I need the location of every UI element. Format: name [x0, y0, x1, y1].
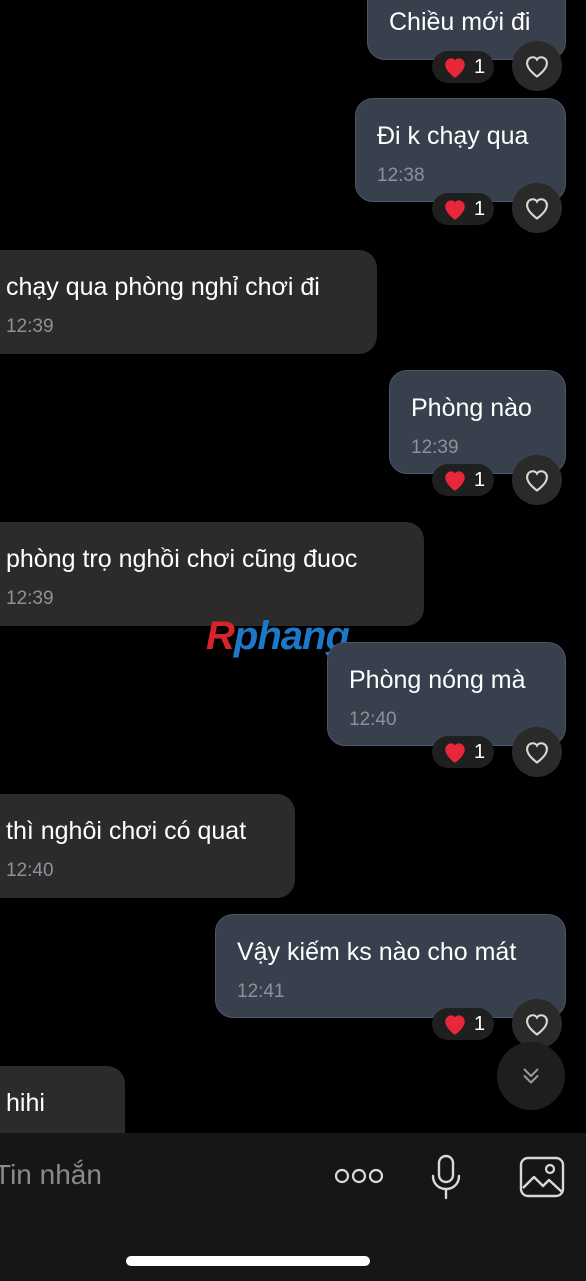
chat-thread: Chiều mới đi 1 Đi k chạy qua 12:38 1 chạ…	[0, 0, 586, 1133]
reaction-badge[interactable]: 1	[432, 51, 494, 83]
message-text: Phòng nóng mà	[349, 666, 526, 694]
message-time: 12:39	[6, 316, 54, 337]
heart-icon	[445, 743, 465, 763]
more-options-button[interactable]	[332, 1159, 386, 1193]
heart-icon	[445, 471, 465, 491]
heart-outline-icon	[526, 1014, 548, 1036]
heart-icon	[445, 1015, 465, 1035]
scroll-to-bottom-button[interactable]	[497, 1042, 565, 1110]
incoming-message[interactable]: chạy qua phòng nghỉ chơi đi 12:39	[0, 250, 377, 354]
heart-icon	[445, 200, 465, 220]
message-text: phòng trọ nghồi chơi cũng đuoc	[6, 545, 358, 573]
like-button[interactable]	[512, 183, 562, 233]
reaction-count: 1	[474, 1012, 486, 1035]
message-text: Đi k chạy qua	[377, 122, 529, 150]
reaction-badge[interactable]: 1	[432, 464, 494, 496]
like-button[interactable]	[512, 999, 562, 1049]
chevrons-down-icon	[523, 1068, 539, 1084]
incoming-message[interactable]: phòng trọ nghồi chơi cũng đuoc 12:39	[0, 522, 424, 626]
message-time: 12:40	[6, 860, 54, 881]
message-text: chạy qua phòng nghỉ chơi đi	[6, 273, 320, 301]
message-time: 12:39	[6, 588, 54, 609]
message-input[interactable]: Tin nhắn	[0, 1159, 102, 1191]
message-text: thì nghôi chơi có quat	[6, 817, 247, 845]
like-button[interactable]	[512, 41, 562, 91]
microphone-icon	[431, 1154, 461, 1200]
reaction-badge[interactable]: 1	[432, 1008, 494, 1040]
outgoing-message[interactable]: Vậy kiếm ks nào cho mát 12:41	[215, 914, 566, 1018]
heart-outline-icon	[526, 198, 548, 220]
incoming-message[interactable]: thì nghôi chơi có quat 12:40	[0, 794, 295, 898]
reaction-count: 1	[474, 197, 486, 220]
heart-outline-icon	[526, 470, 548, 492]
reaction-count: 1	[474, 468, 486, 491]
voice-button[interactable]	[426, 1153, 466, 1201]
message-text: Phòng nào	[411, 394, 532, 422]
message-composer: Tin nhắn	[0, 1133, 586, 1281]
message-time: 12:39	[411, 437, 459, 458]
heart-icon	[445, 58, 465, 78]
message-time: 12:41	[237, 981, 285, 1002]
message-text: Chiều mới đi	[389, 8, 531, 36]
incoming-message[interactable]: hihi	[0, 1066, 125, 1133]
message-text: Vậy kiếm ks nào cho mát	[237, 938, 517, 966]
image-button[interactable]	[518, 1155, 566, 1199]
more-dots-icon	[334, 1168, 384, 1184]
reaction-badge[interactable]: 1	[432, 193, 494, 225]
message-time: 12:40	[349, 709, 397, 730]
message-time: 12:38	[377, 165, 425, 186]
message-text: hihi	[6, 1089, 45, 1117]
reaction-badge[interactable]: 1	[432, 736, 494, 768]
home-indicator	[126, 1256, 370, 1266]
reaction-count: 1	[474, 740, 486, 763]
like-button[interactable]	[512, 727, 562, 777]
image-icon	[519, 1156, 565, 1198]
heart-outline-icon	[526, 742, 548, 764]
like-button[interactable]	[512, 455, 562, 505]
heart-outline-icon	[526, 56, 548, 78]
reaction-count: 1	[474, 55, 486, 78]
